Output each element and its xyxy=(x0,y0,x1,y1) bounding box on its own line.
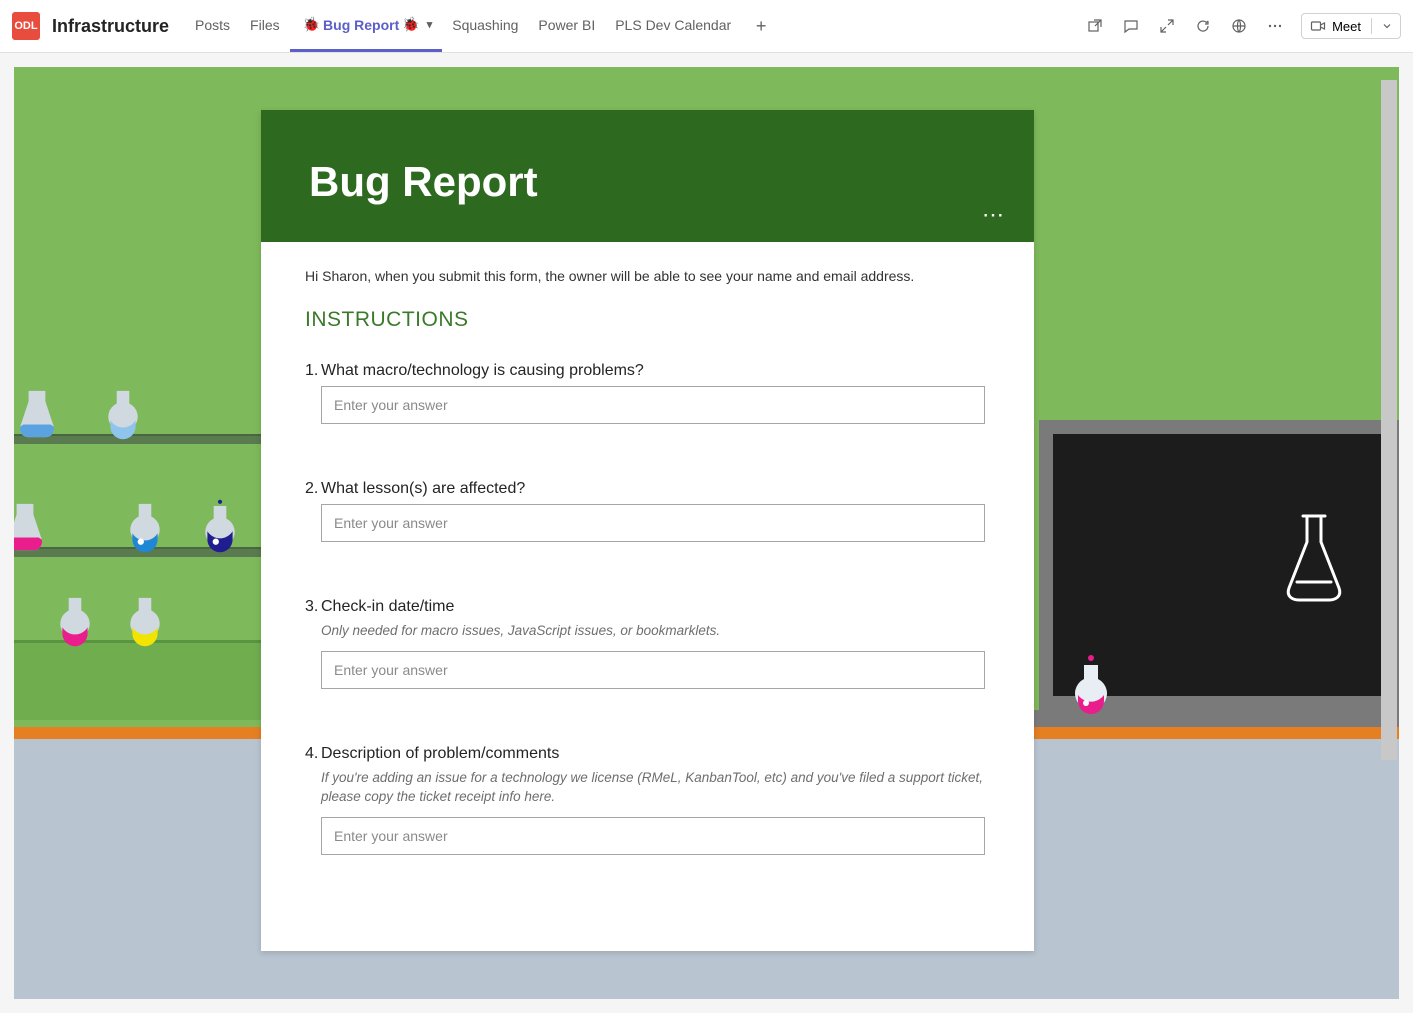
question-text: Check-in date/time xyxy=(321,598,990,616)
tab-content: Bug Report ⋯ Hi Sharon, when you submit … xyxy=(14,67,1399,999)
tab-files[interactable]: Files xyxy=(240,0,290,52)
more-icon[interactable] xyxy=(1259,10,1291,42)
video-icon xyxy=(1310,18,1326,34)
tab-squashing[interactable]: Squashing xyxy=(442,0,528,52)
meet-label: Meet xyxy=(1332,19,1361,34)
form-title: Bug Report xyxy=(309,158,986,206)
chevron-down-icon[interactable]: ▾ xyxy=(427,18,433,31)
team-avatar: ODL xyxy=(12,12,40,40)
question-1: 1. What macro/technology is causing prob… xyxy=(305,362,990,424)
app-topbar: ODL Infrastructure Posts Files 🐞 Bug Rep… xyxy=(0,0,1413,53)
question-text: What macro/technology is causing problem… xyxy=(321,362,990,380)
bg-table xyxy=(14,640,274,720)
answer-input-1[interactable] xyxy=(321,386,985,424)
form-more-icon[interactable]: ⋯ xyxy=(982,202,1006,228)
question-3: 3. Check-in date/time Only needed for ma… xyxy=(305,598,990,689)
tab-pls-dev-calendar[interactable]: PLS Dev Calendar xyxy=(605,0,741,52)
bg-flask xyxy=(16,386,58,442)
tab-label: Squashing xyxy=(452,17,518,33)
answer-input-4[interactable] xyxy=(321,817,985,855)
answer-input-3[interactable] xyxy=(321,651,985,689)
team-name: Infrastructure xyxy=(52,16,169,37)
bg-flask xyxy=(199,499,241,555)
question-number: 4. xyxy=(305,745,321,763)
form-header: Bug Report ⋯ xyxy=(261,110,1034,242)
reload-icon[interactable] xyxy=(1187,10,1219,42)
question-text: Description of problem/comments xyxy=(321,745,990,763)
question-number: 2. xyxy=(305,480,321,498)
bg-flask xyxy=(124,593,166,649)
question-hint: If you're adding an issue for a technolo… xyxy=(321,769,990,807)
bg-flask xyxy=(54,593,96,649)
tab-label: Files xyxy=(250,17,280,33)
tab-label: Posts xyxy=(195,17,230,33)
bg-flask xyxy=(1066,655,1116,717)
bug-icon: 🐞 xyxy=(402,16,419,33)
globe-icon[interactable] xyxy=(1223,10,1255,42)
bg-chalk-flask xyxy=(1279,510,1349,606)
form-body: Hi Sharon, when you submit this form, th… xyxy=(261,242,1034,951)
tab-power-bi[interactable]: Power BI xyxy=(528,0,605,52)
topbar-actions: Meet xyxy=(1079,10,1401,42)
question-number: 3. xyxy=(305,598,321,616)
tab-label: Power BI xyxy=(538,17,595,33)
meet-button[interactable]: Meet xyxy=(1301,13,1401,39)
chat-icon[interactable] xyxy=(1115,10,1147,42)
bug-icon: 🐞 xyxy=(303,16,320,33)
divider xyxy=(1371,18,1372,34)
question-2: 2. What lesson(s) are affected? xyxy=(305,480,990,542)
question-hint: Only needed for macro issues, JavaScript… xyxy=(321,622,990,641)
add-tab-button[interactable]: + xyxy=(745,10,777,42)
tab-label: PLS Dev Calendar xyxy=(615,17,731,33)
privacy-note: Hi Sharon, when you submit this form, th… xyxy=(305,268,990,284)
bg-flask xyxy=(14,499,46,555)
tab-bug-report[interactable]: 🐞 Bug Report 🐞 ▾ xyxy=(290,0,443,52)
channel-tabs: Posts Files 🐞 Bug Report 🐞 ▾ Squashing P… xyxy=(185,0,777,52)
expand-icon[interactable] xyxy=(1151,10,1183,42)
answer-input-2[interactable] xyxy=(321,504,985,542)
bg-flask xyxy=(102,386,144,442)
question-text: What lesson(s) are affected? xyxy=(321,480,990,498)
form-card: Bug Report ⋯ Hi Sharon, when you submit … xyxy=(261,110,1034,951)
content-wrapper: Bug Report ⋯ Hi Sharon, when you submit … xyxy=(0,53,1413,1013)
section-title: INSTRUCTIONS xyxy=(305,308,990,332)
question-number: 1. xyxy=(305,362,321,380)
bg-flask xyxy=(124,499,166,555)
chevron-down-icon[interactable] xyxy=(1382,21,1392,31)
scrollbar[interactable] xyxy=(1381,80,1397,760)
tab-label: Bug Report xyxy=(323,17,399,33)
question-4: 4. Description of problem/comments If yo… xyxy=(305,745,990,855)
tab-posts[interactable]: Posts xyxy=(185,0,240,52)
popout-icon[interactable] xyxy=(1079,10,1111,42)
